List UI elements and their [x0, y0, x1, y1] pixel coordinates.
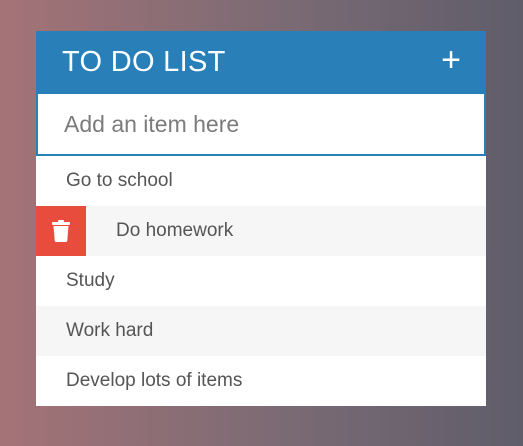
delete-button[interactable]: [36, 206, 86, 256]
todo-item[interactable]: Develop lots of items: [36, 356, 486, 406]
todo-header: TO DO LIST +: [36, 31, 486, 94]
todo-item-label: Work hard: [66, 320, 154, 341]
todo-card: TO DO LIST + Go to school Do homework St…: [36, 31, 486, 406]
add-item-field-wrapper: [36, 94, 486, 156]
todo-item-label: Develop lots of items: [66, 370, 243, 391]
todo-item-label: Go to school: [66, 170, 173, 191]
todo-title: TO DO LIST: [62, 46, 226, 78]
todo-item[interactable]: Study: [36, 256, 486, 306]
todo-item[interactable]: Work hard: [36, 306, 486, 356]
todo-item-label: Study: [66, 270, 115, 291]
todo-list: Go to school Do homework Study Work hard…: [36, 156, 486, 406]
todo-item-label: Do homework: [116, 220, 234, 241]
trash-icon: [52, 220, 70, 242]
todo-item[interactable]: Do homework: [36, 206, 486, 256]
todo-item[interactable]: Go to school: [36, 156, 486, 206]
plus-icon[interactable]: +: [441, 43, 461, 77]
add-item-input[interactable]: [64, 110, 444, 138]
